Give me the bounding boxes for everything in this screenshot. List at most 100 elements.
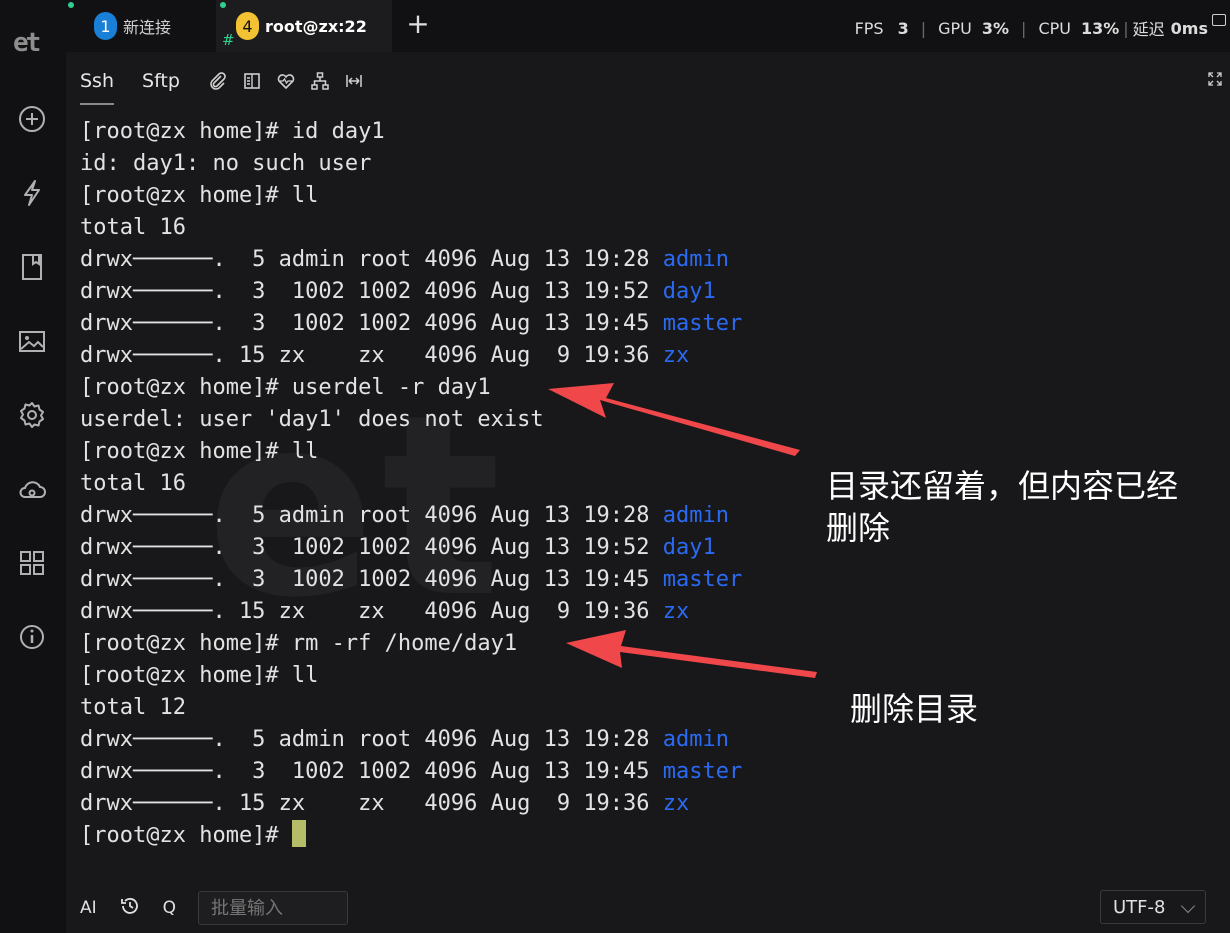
- directory-name: day1: [662, 279, 716, 304]
- grid-icon[interactable]: [17, 548, 47, 578]
- bottom-toolbar: AI Q: [80, 890, 349, 926]
- directory-name: master: [662, 311, 743, 336]
- q-button[interactable]: Q: [163, 898, 176, 918]
- encoding-select[interactable]: UTF-8: [1100, 890, 1206, 924]
- terminal-text: drwx──────. 15 zx zx 4096 Aug 9 19:36: [80, 343, 663, 368]
- terminal-text: id: day1: no such user: [80, 151, 372, 176]
- terminal-line: drwx──────. 3 1002 1002 4096 Aug 13 19:4…: [80, 308, 742, 340]
- terminal-line: drwx──────. 3 1002 1002 4096 Aug 13 19:5…: [80, 276, 742, 308]
- info-icon[interactable]: [17, 622, 47, 652]
- batch-input[interactable]: [198, 891, 349, 925]
- directory-name: master: [662, 567, 743, 592]
- directory-name: admin: [662, 727, 730, 752]
- terminal-line: drwx──────. 15 zx zx 4096 Aug 9 19:36 zx: [80, 596, 742, 628]
- terminal-line: userdel: user 'day1' does not exist: [80, 404, 742, 436]
- annotation-note-2: 删除目录: [850, 690, 979, 728]
- terminal-line: [root@zx home]# id day1: [80, 116, 742, 148]
- gear-icon[interactable]: [17, 400, 47, 430]
- heart-rate-icon[interactable]: [276, 71, 296, 91]
- tab-status-dot: [220, 2, 226, 8]
- paperclip-icon[interactable]: [208, 71, 228, 91]
- terminal-line: total 12: [80, 692, 742, 724]
- latency-stat: 延迟 0ms: [1132, 18, 1208, 40]
- terminal-text: drwx──────. 5 admin root 4096 Aug 13 19:…: [80, 247, 663, 272]
- fps-stat: FPS 3: [854, 18, 909, 38]
- terminal-text: drwx──────. 5 admin root 4096 Aug 13 19:…: [80, 503, 663, 528]
- lightning-icon[interactable]: [17, 178, 47, 208]
- chevron-down-icon: [1180, 898, 1196, 914]
- title-bar: 1 新连接 4 root@zx:22 # + FPS 3 | GPU 3% | CP…: [0, 0, 1230, 52]
- divider: |: [920, 18, 927, 38]
- tab-hash-icon: #: [222, 31, 235, 49]
- width-icon[interactable]: [344, 71, 364, 91]
- terminal-line: drwx──────. 3 1002 1002 4096 Aug 13 19:4…: [80, 756, 742, 788]
- terminal-cursor: [291, 820, 306, 847]
- performance-stats: FPS 3 | GPU 3% | CPU 13% | 延迟 0ms: [855, 16, 1230, 40]
- tab-new-connection[interactable]: 1 新连接: [68, 0, 215, 52]
- tab-number-badge: 1: [94, 12, 117, 40]
- history-icon[interactable]: [119, 895, 141, 922]
- divider: |: [1021, 18, 1027, 38]
- tab-sftp[interactable]: Sftp: [142, 70, 180, 92]
- directory-name: admin: [662, 247, 730, 272]
- terminal-line: [root@zx home]# ll: [80, 660, 742, 692]
- terminal-text: drwx──────. 3 1002 1002 4096 Aug 13 19:4…: [80, 567, 663, 592]
- split-icon[interactable]: [242, 71, 262, 91]
- sitemap-icon[interactable]: [310, 71, 330, 91]
- directory-name: zx: [662, 791, 690, 816]
- gpu-stat: GPU 3%: [938, 18, 1010, 38]
- app-logo: et: [13, 28, 41, 58]
- directory-name: admin: [662, 503, 730, 528]
- terminal-line: [root@zx home]# ll: [80, 180, 742, 212]
- cpu-stat: CPU 13%: [1038, 18, 1120, 38]
- directory-name: zx: [662, 343, 690, 368]
- terminal-line: drwx──────. 3 1002 1002 4096 Aug 13 19:5…: [80, 532, 742, 564]
- terminal-line: total 16: [80, 468, 742, 500]
- terminal-line: drwx──────. 5 admin root 4096 Aug 13 19:…: [80, 500, 742, 532]
- tab-label: 新连接: [123, 18, 172, 37]
- tab-ssh[interactable]: Ssh: [80, 70, 115, 105]
- left-sidebar: et: [0, 0, 66, 933]
- terminal-output[interactable]: [root@zx home]# id day1 id: day1: no such…: [80, 116, 742, 852]
- plus-circle-icon[interactable]: [17, 104, 47, 134]
- terminal-line: total 16: [80, 212, 742, 244]
- ai-button[interactable]: AI: [80, 898, 97, 918]
- terminal-text: total 16: [80, 215, 186, 240]
- tab-status-dot: [68, 2, 74, 8]
- tab-label: root@zx:22: [265, 16, 367, 36]
- terminal-line: drwx──────. 5 admin root 4096 Aug 13 19:…: [80, 724, 742, 756]
- expand-icon[interactable]: [1208, 72, 1222, 86]
- terminal-text: [root@zx home]#: [80, 823, 292, 848]
- terminal-text: [root@zx home]# ll: [80, 183, 319, 208]
- bookmark-icon[interactable]: [17, 252, 47, 282]
- terminal-text: drwx──────. 3 1002 1002 4096 Aug 13 19:4…: [80, 311, 663, 336]
- terminal-text: [root@zx home]# ll: [80, 663, 319, 688]
- directory-name: day1: [662, 535, 716, 560]
- terminal-line: [root@zx home]# ll: [80, 436, 742, 468]
- terminal-line: drwx──────. 3 1002 1002 4096 Aug 13 19:4…: [80, 564, 742, 596]
- image-icon[interactable]: [17, 326, 47, 356]
- terminal-text: drwx──────. 3 1002 1002 4096 Aug 13 19:5…: [80, 279, 663, 304]
- terminal-text: drwx──────. 3 1002 1002 4096 Aug 13 19:4…: [80, 759, 663, 784]
- terminal-line: drwx──────. 5 admin root 4096 Aug 13 19:…: [80, 244, 742, 276]
- terminal-text: userdel: user 'day1' does not exist: [80, 407, 544, 432]
- cloud-icon[interactable]: [17, 474, 47, 504]
- directory-name: master: [662, 759, 743, 784]
- terminal-text: total 16: [80, 471, 186, 496]
- terminal-text: drwx──────. 15 zx zx 4096 Aug 9 19:36: [80, 791, 663, 816]
- terminal-text: drwx──────. 15 zx zx 4096 Aug 9 19:36: [80, 599, 663, 624]
- terminal-line: [root@zx home]# rm -rf /home/day1: [80, 628, 742, 660]
- window-icon[interactable]: [1212, 14, 1226, 26]
- add-tab-button[interactable]: +: [404, 8, 432, 40]
- terminal-line: drwx──────. 15 zx zx 4096 Aug 9 19:36 zx: [80, 788, 742, 820]
- terminal-text: [root@zx home]# userdel -r day1: [80, 375, 491, 400]
- terminal-line: drwx──────. 15 zx zx 4096 Aug 9 19:36 zx: [80, 340, 742, 372]
- tab-root-zx[interactable]: 4 root@zx:22 #: [216, 0, 392, 52]
- terminal-text: total 12: [80, 695, 186, 720]
- sub-tabs: Ssh Sftp: [80, 66, 378, 105]
- divider: |: [1123, 18, 1129, 38]
- annotation-note-1: 目录还留着，但内容已经 删除: [826, 467, 1179, 547]
- terminal-text: [root@zx home]# ll: [80, 439, 319, 464]
- terminal-text: drwx──────. 3 1002 1002 4096 Aug 13 19:5…: [80, 535, 663, 560]
- terminal-line: [root@zx home]# userdel -r day1: [80, 372, 742, 404]
